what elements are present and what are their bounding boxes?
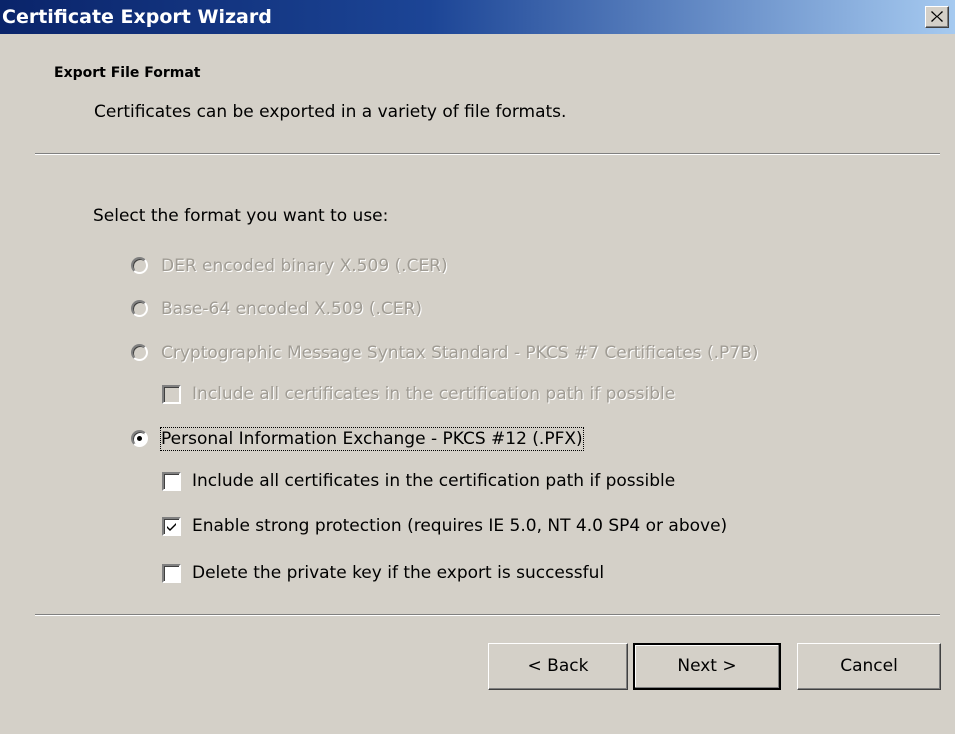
radio-pkcs12-label: Personal Information Exchange - PKCS #12… (160, 427, 584, 451)
format-prompt: Select the format you want to use: (93, 206, 389, 226)
checkbox-delete-key[interactable] (162, 564, 181, 583)
radio-pkcs7-label: Cryptographic Message Syntax Standard - … (161, 343, 759, 363)
title-bar[interactable]: Certificate Export Wizard (0, 0, 955, 34)
checkbox-strong-protection-label: Enable strong protection (requires IE 5.… (192, 516, 728, 536)
checkmark-icon (167, 523, 176, 531)
footer-divider (35, 614, 940, 616)
next-button[interactable]: Next > (633, 643, 781, 690)
radio-pkcs7-option[interactable]: Cryptographic Message Syntax Standard - … (131, 342, 891, 366)
window-title: Certificate Export Wizard (2, 6, 272, 28)
checkbox-pkcs7-include-path-label: Include all certificates in the certific… (192, 384, 676, 404)
page-subtitle: Certificates can be exported in a variet… (94, 102, 567, 122)
radio-pkcs12[interactable] (131, 430, 148, 447)
radio-der-option[interactable]: DER encoded binary X.509 (.CER) (131, 255, 731, 279)
close-icon (931, 11, 943, 22)
wizard-header: Export File Format Certificates can be e… (0, 34, 955, 152)
checkbox-delete-key-label: Delete the private key if the export is … (192, 563, 605, 583)
radio-der[interactable] (131, 257, 148, 274)
radio-selected-dot (137, 436, 142, 441)
back-button[interactable]: < Back (488, 643, 628, 690)
page-title: Export File Format (54, 65, 201, 81)
close-button[interactable] (925, 6, 949, 28)
cancel-button[interactable]: Cancel (797, 643, 941, 690)
checkbox-pkcs7-include-path[interactable] (162, 385, 181, 404)
checkbox-delete-key-option[interactable]: Delete the private key if the export is … (162, 562, 802, 586)
header-divider (35, 153, 940, 155)
radio-pkcs12-option[interactable]: Personal Information Exchange - PKCS #12… (131, 427, 731, 452)
checkbox-strong-protection-option[interactable]: Enable strong protection (requires IE 5.… (162, 515, 842, 539)
checkbox-include-path[interactable] (162, 472, 181, 491)
checkbox-strong-protection[interactable] (162, 517, 181, 536)
checkbox-pkcs7-include-path-option[interactable]: Include all certificates in the certific… (162, 383, 802, 407)
radio-base64[interactable] (131, 300, 148, 317)
checkbox-include-path-label: Include all certificates in the certific… (192, 471, 676, 491)
radio-base64-option[interactable]: Base-64 encoded X.509 (.CER) (131, 298, 731, 322)
radio-base64-label: Base-64 encoded X.509 (.CER) (161, 299, 422, 319)
radio-der-label: DER encoded binary X.509 (.CER) (161, 256, 448, 276)
radio-pkcs7[interactable] (131, 344, 148, 361)
checkbox-include-path-option[interactable]: Include all certificates in the certific… (162, 470, 802, 494)
